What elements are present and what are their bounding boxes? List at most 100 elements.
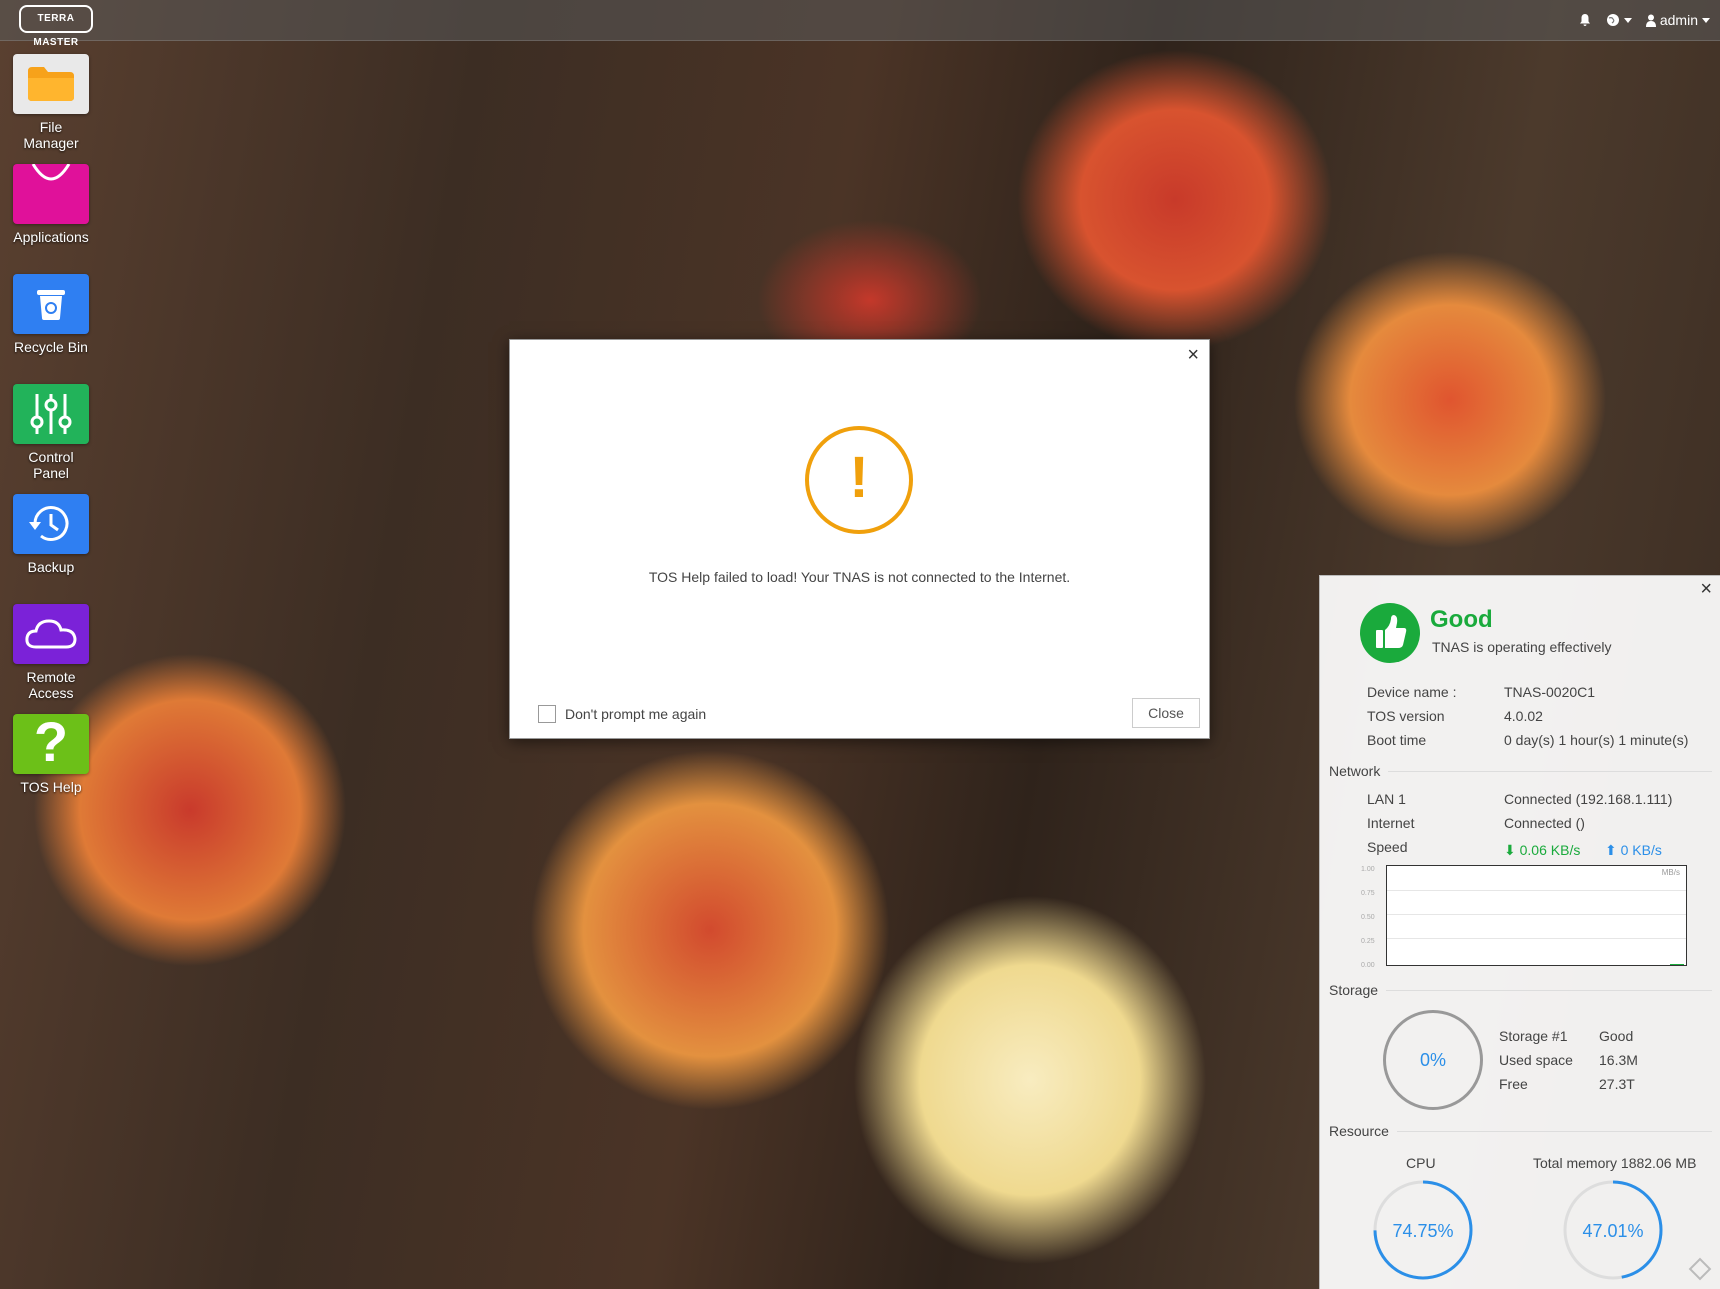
recycle-bin-tile — [13, 274, 89, 334]
file-manager-tile — [13, 54, 89, 114]
upload-speed: ⬆ 0 KB/s — [1605, 842, 1662, 859]
memory-label: Total memory 1882.06 MB — [1533, 1155, 1697, 1171]
folder-icon — [28, 67, 74, 101]
network-section-header: Network — [1329, 763, 1712, 779]
desktop-icon-label: Recycle Bin — [14, 339, 88, 355]
desktop-icon-applications[interactable]: Applications — [12, 164, 90, 245]
lan-label: LAN 1 — [1367, 791, 1406, 807]
close-icon[interactable]: × — [1187, 344, 1199, 367]
storage-usage-ring: 0% — [1383, 1010, 1483, 1110]
tos-help-error-dialog: × ! TOS Help failed to load! Your TNAS i… — [509, 339, 1210, 739]
free-space-value: 27.3T — [1599, 1076, 1635, 1092]
cpu-gauge: 74.75% — [1373, 1180, 1473, 1280]
desktop-icon-label: Remote Access — [26, 669, 76, 701]
user-icon — [1645, 14, 1656, 27]
divider — [1386, 989, 1712, 991]
grid-line — [1387, 914, 1686, 915]
chevron-down-icon — [1702, 17, 1710, 23]
cpu-usage-value: 74.75% — [1392, 1221, 1453, 1241]
chart-y-tick: 1.00 — [1361, 866, 1375, 873]
globe-icon — [1606, 14, 1619, 26]
cpu-label: CPU — [1406, 1155, 1436, 1171]
chart-y-tick: 0.00 — [1361, 962, 1375, 969]
memory-usage-value: 47.01% — [1582, 1221, 1643, 1241]
desktop-icon-label: Applications — [13, 229, 89, 245]
storage-usage-value: 0% — [1419, 1050, 1446, 1070]
grid-line — [1387, 938, 1686, 939]
boot-time-value: 0 day(s) 1 hour(s) 1 minute(s) — [1504, 732, 1689, 748]
tos-version-value: 4.0.02 — [1504, 708, 1543, 724]
device-name-value: TNAS-0020C1 — [1504, 684, 1596, 700]
internet-label: Internet — [1367, 815, 1415, 831]
desktop-icon-label: File Manager — [23, 119, 79, 151]
dont-prompt-checkbox-row[interactable]: Don't prompt me again — [538, 705, 706, 723]
tos-version-label: TOS version — [1367, 708, 1445, 724]
clock-history-icon — [29, 506, 69, 541]
sliders-icon — [30, 394, 72, 434]
user-menu[interactable]: admin — [1645, 12, 1710, 28]
desktop-icon-control-panel[interactable]: Control Panel — [12, 384, 90, 481]
warning-icon: ! — [805, 426, 913, 534]
desktop-icon-label: Control Panel — [28, 449, 74, 481]
desktop-icon-tos-help[interactable]: ? TOS Help — [12, 710, 90, 795]
terramaster-logo[interactable]: TERRA MASTER — [19, 5, 93, 48]
desktop-icon-label: Backup — [27, 559, 75, 575]
download-series-line — [1670, 964, 1684, 965]
tos-help-tile: ? — [13, 710, 89, 774]
free-space-label: Free — [1499, 1076, 1528, 1092]
storage-heading: Storage — [1329, 982, 1379, 998]
desktop-icon-remote-access[interactable]: Remote Access — [12, 604, 90, 701]
upload-arrow-icon: ⬆ — [1605, 842, 1617, 858]
storage-pool-label: Storage #1 — [1499, 1028, 1568, 1044]
storage-section-header: Storage — [1329, 982, 1712, 998]
desktop-icon-label: TOS Help — [20, 779, 82, 795]
network-heading: Network — [1329, 763, 1381, 779]
speed-label: Speed — [1367, 839, 1408, 855]
chart-unit-label: MB/s — [1661, 868, 1680, 877]
storage-pool-status: Good — [1599, 1028, 1634, 1044]
lan-value: Connected (192.168.1.111) — [1504, 791, 1673, 807]
system-status-panel: × Good TNAS is operating effectively Dev… — [1319, 575, 1720, 1289]
backup-tile — [13, 494, 89, 554]
recycle-bin-icon — [37, 290, 65, 320]
desktop-icon-file-manager[interactable]: File Manager — [12, 54, 90, 151]
shopping-bag-icon — [31, 164, 71, 181]
bell-icon — [1579, 14, 1590, 26]
diamond-corner-icon[interactable] — [1688, 1257, 1712, 1281]
resource-section-header: Resource — [1329, 1123, 1712, 1139]
memory-gauge: 47.01% — [1563, 1180, 1663, 1280]
desktop-icon-recycle-bin[interactable]: Recycle Bin — [12, 274, 90, 355]
download-arrow-icon: ⬇ — [1504, 842, 1516, 858]
remote-access-tile — [13, 604, 89, 664]
divider — [1388, 770, 1712, 772]
health-status-subtitle: TNAS is operating effectively — [1432, 639, 1612, 655]
used-space-label: Used space — [1499, 1052, 1573, 1068]
boot-time-label: Boot time — [1367, 732, 1427, 748]
divider — [1396, 1130, 1712, 1132]
chart-y-tick: 0.25 — [1361, 938, 1375, 945]
download-speed-value: 0.06 KB/s — [1519, 842, 1581, 858]
close-button[interactable]: Close — [1132, 698, 1200, 728]
used-space-value: 16.3M — [1599, 1052, 1638, 1068]
user-name: admin — [1659, 12, 1698, 28]
grid-line — [1387, 890, 1686, 891]
question-icon: ? — [33, 710, 69, 773]
thumbs-up-icon — [1360, 603, 1420, 663]
language-button[interactable] — [1606, 13, 1632, 27]
chart-y-tick: 0.75 — [1361, 890, 1375, 897]
network-speed-chart: MB/s — [1386, 865, 1687, 966]
top-bar: TERRA MASTER admin — [0, 0, 1720, 48]
notification-button[interactable] — [1578, 13, 1592, 27]
resource-heading: Resource — [1329, 1123, 1389, 1139]
download-speed: ⬇ 0.06 KB/s — [1504, 842, 1580, 859]
desktop-icon-backup[interactable]: Backup — [12, 494, 90, 575]
health-status-title: Good — [1430, 606, 1493, 633]
chart-y-tick: 0.50 — [1361, 914, 1375, 921]
internet-value: Connected () — [1504, 815, 1585, 831]
dialog-message: TOS Help failed to load! Your TNAS is no… — [648, 569, 1071, 585]
close-icon[interactable]: × — [1700, 578, 1712, 601]
upload-speed-value: 0 KB/s — [1620, 842, 1662, 858]
dont-prompt-checkbox[interactable] — [538, 705, 556, 723]
device-name-label: Device name : — [1367, 684, 1457, 700]
applications-tile — [13, 164, 89, 224]
